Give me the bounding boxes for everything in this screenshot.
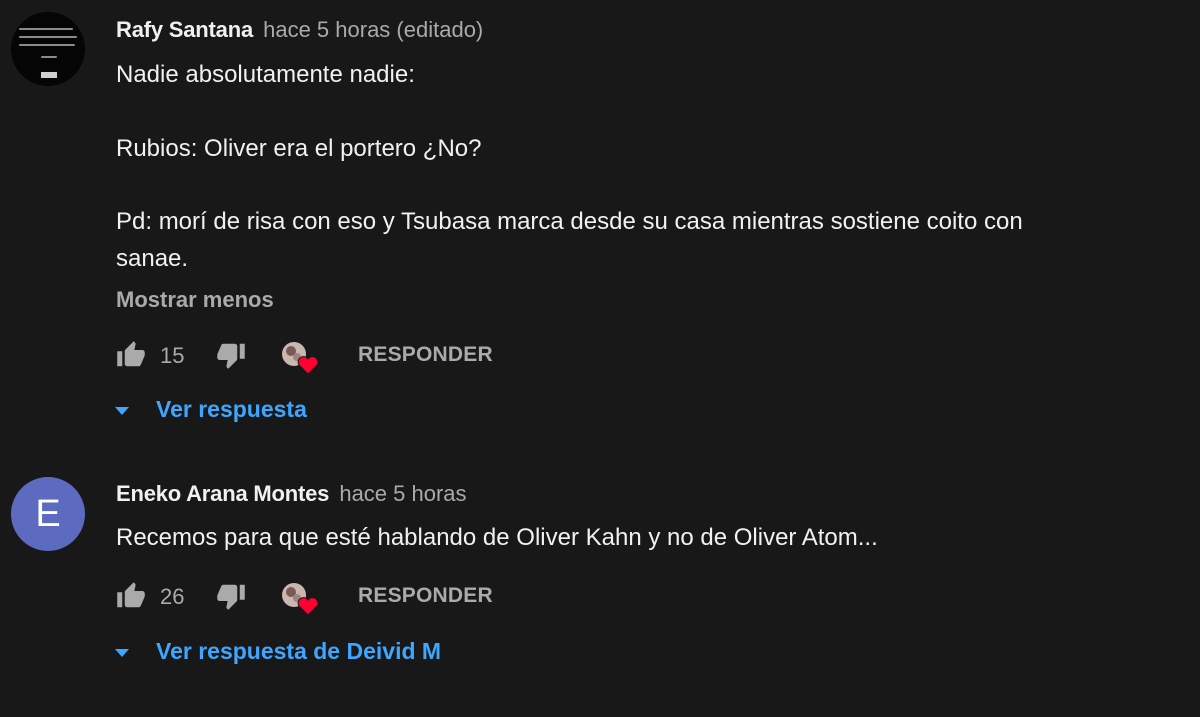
like-count: 15	[160, 343, 185, 368]
view-replies-label: Ver respuesta	[156, 396, 307, 422]
reply-button[interactable]: RESPONDER	[358, 584, 493, 608]
author-name[interactable]: Eneko Arana Montes	[116, 481, 329, 506]
view-replies-label: Ver respuesta de Deivid M	[156, 638, 442, 664]
caret-down-icon	[114, 646, 130, 660]
thumb-down-icon[interactable]	[216, 581, 246, 611]
creator-heart-icon	[280, 579, 322, 617]
thumb-up-icon[interactable]	[116, 581, 146, 611]
comment-text-line: sanae.	[116, 245, 189, 272]
comment-text-line: Pd: morí de risa con eso y Tsubasa marca…	[116, 208, 1023, 235]
comment-text-line: Nadie absolutamente nadie:	[116, 61, 415, 88]
comment-header: Rafy Santana hace 5 horas (editado)	[116, 17, 483, 43]
thumb-down-icon[interactable]	[216, 340, 246, 370]
thumb-up-icon[interactable]	[116, 340, 146, 370]
timestamp[interactable]: hace 5 horas	[339, 481, 466, 506]
show-less-button[interactable]: Mostrar menos	[116, 287, 274, 313]
avatar[interactable]	[11, 12, 85, 86]
comment-toolbar: 26 RESPONDER	[116, 579, 536, 617]
avatar-letter: E	[35, 492, 61, 535]
caret-down-icon	[114, 404, 130, 418]
timestamp[interactable]: hace 5 horas (editado)	[263, 17, 483, 42]
comment-header: Eneko Arana Montes hace 5 horas	[116, 481, 467, 507]
avatar[interactable]: E	[11, 477, 85, 551]
comment-toolbar: 15 RESPONDER	[116, 338, 536, 376]
creator-heart-icon	[280, 338, 322, 376]
reply-button[interactable]: RESPONDER	[358, 343, 493, 367]
like-count: 26	[160, 584, 185, 609]
comment-text-line: Rubios: Oliver era el portero ¿No?	[116, 135, 482, 162]
comment-text-line: Recemos para que esté hablando de Oliver…	[116, 524, 878, 551]
author-name[interactable]: Rafy Santana	[116, 17, 253, 42]
